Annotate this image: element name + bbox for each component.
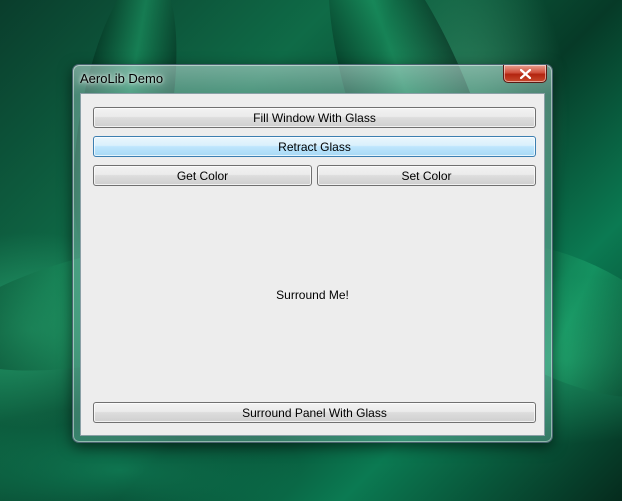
close-icon xyxy=(519,68,531,79)
app-window: AeroLib Demo Fill Window With Glass Retr… xyxy=(72,64,553,443)
set-color-button[interactable]: Set Color xyxy=(317,165,536,186)
surround-panel-label: Surround Me! xyxy=(276,288,349,302)
title-bar[interactable]: AeroLib Demo xyxy=(73,65,552,93)
fill-window-with-glass-button[interactable]: Fill Window With Glass xyxy=(93,107,536,128)
close-button[interactable] xyxy=(503,65,547,83)
surround-panel-with-glass-button[interactable]: Surround Panel With Glass xyxy=(93,402,536,423)
client-area: Fill Window With Glass Retract Glass Get… xyxy=(80,93,545,436)
retract-glass-button[interactable]: Retract Glass xyxy=(93,136,536,157)
get-color-button[interactable]: Get Color xyxy=(93,165,312,186)
window-title: AeroLib Demo xyxy=(80,71,164,86)
